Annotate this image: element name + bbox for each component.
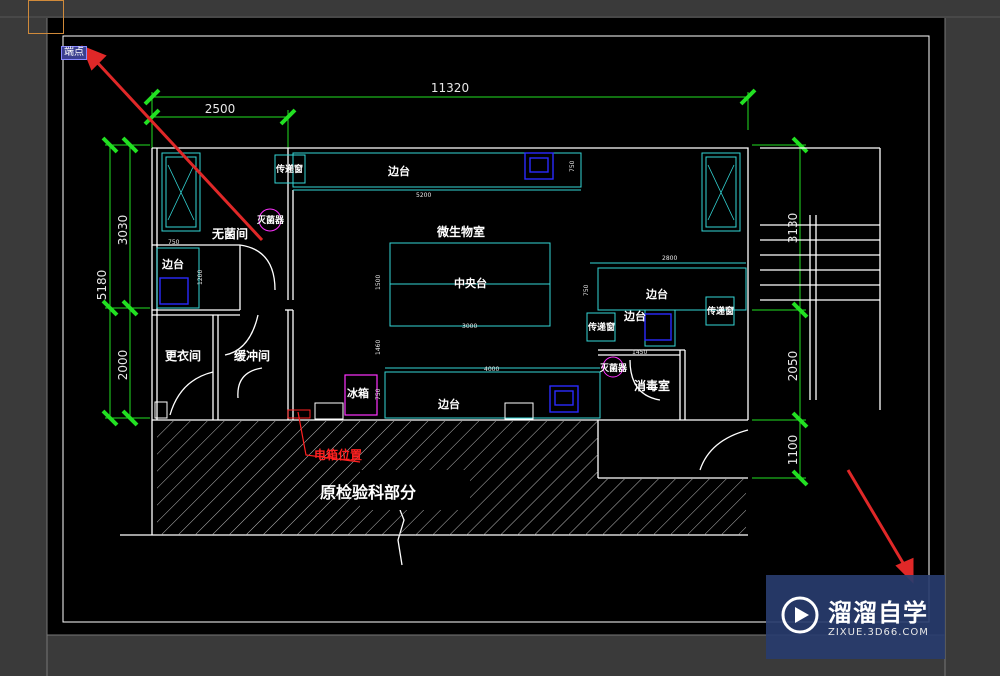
label-counter-mid: 边台 bbox=[437, 397, 460, 411]
label-left-counter: 边台 bbox=[161, 257, 184, 271]
snap-marker bbox=[28, 0, 64, 34]
dim-counter-top-depth: 750 bbox=[569, 160, 576, 172]
dim-right-top: 3130 bbox=[786, 213, 800, 244]
label-sterile-room: 无菌间 bbox=[211, 226, 248, 241]
hatch-old-dept-right bbox=[598, 479, 746, 535]
label-pass-window-top: 传递窗 bbox=[275, 163, 303, 175]
dim-left-total: 5180 bbox=[95, 270, 109, 301]
label-fridge: 冰箱 bbox=[347, 386, 369, 400]
dim-total-width: 11320 bbox=[431, 81, 469, 95]
dim-counter-mid-len: 4000 bbox=[484, 366, 499, 373]
label-disinfect-room: 消毒室 bbox=[634, 378, 670, 393]
watermark-badge: 溜溜自学 ZIXUE.3D66.COM bbox=[766, 575, 945, 659]
dim-right-counter-depth: 750 bbox=[583, 284, 590, 296]
dim-left-width: 2500 bbox=[205, 102, 236, 116]
label-uv-lamp-2: 灭菌器 bbox=[599, 362, 628, 374]
label-pass-window-right: 传递窗 bbox=[587, 321, 615, 333]
label-micro-lab: 微生物室 bbox=[436, 224, 485, 239]
dim-left-top: 3030 bbox=[116, 215, 130, 246]
label-pass-box: 传递窗 bbox=[706, 305, 734, 317]
dim-mini-1450: 1450 bbox=[632, 349, 647, 356]
label-power-box: 电箱位置 bbox=[314, 447, 362, 462]
dim-counter-mid-depth: 750 bbox=[375, 388, 382, 400]
dim-center-depth: 1500 bbox=[375, 275, 382, 290]
dim-left-bottom: 2000 bbox=[116, 350, 130, 381]
dim-center-len: 3000 bbox=[462, 323, 477, 330]
watermark-url: ZIXUE.3D66.COM bbox=[828, 627, 929, 638]
label-old-dept: 原检验科部分 bbox=[320, 483, 416, 502]
label-right-counter-2: 边台 bbox=[623, 309, 646, 323]
label-counter-top: 边台 bbox=[387, 164, 410, 178]
dim-right-bottom: 1100 bbox=[786, 435, 800, 466]
dim-right-mid: 2050 bbox=[786, 351, 800, 382]
dim-left-counter-w: 750 bbox=[168, 239, 180, 246]
dim-gap-1460: 1460 bbox=[375, 340, 382, 355]
label-changing-room: 更衣间 bbox=[165, 348, 201, 363]
snap-tooltip: 端点 bbox=[61, 46, 87, 60]
watermark-title: 溜溜自学 bbox=[828, 599, 928, 627]
label-central-bench: 中央台 bbox=[454, 276, 487, 290]
dim-right-counter-len: 2800 bbox=[662, 255, 677, 262]
play-logo-icon bbox=[781, 596, 819, 634]
dim-left-counter-h: 1200 bbox=[197, 270, 204, 285]
label-uv-lamp: 灭菌器 bbox=[256, 214, 285, 226]
label-buffer-room: 缓冲间 bbox=[234, 348, 270, 363]
label-right-counter: 边台 bbox=[645, 287, 668, 301]
dim-counter-top-len: 5200 bbox=[416, 192, 431, 199]
